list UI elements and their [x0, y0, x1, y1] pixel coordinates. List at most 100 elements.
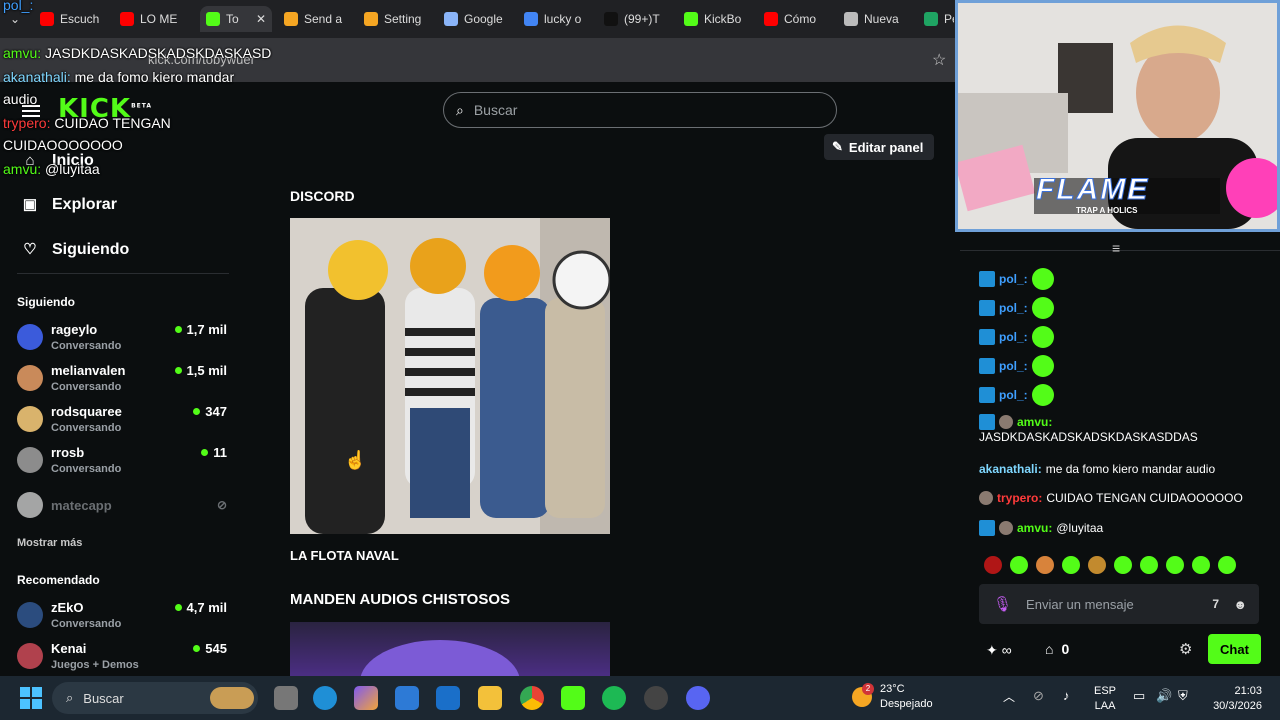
chat-send-button[interactable]: Chat: [1208, 634, 1261, 664]
channel-category: Conversando: [51, 422, 122, 434]
search-placeholder: Buscar: [473, 102, 518, 118]
chat-message-input[interactable]: 🎙 Enviar un mensaje 7 ☻: [979, 584, 1259, 624]
chat-username[interactable]: pol_:: [999, 388, 1028, 402]
weather-widget[interactable]: 2 23°C Despejado: [852, 682, 933, 712]
emote-icon[interactable]: [1218, 556, 1236, 574]
display-icon[interactable]: ▭: [1133, 688, 1145, 704]
weather-icon: 2: [852, 683, 874, 707]
sidebar-channel-item[interactable]: zEkO Conversando 4,7 mil: [17, 600, 227, 638]
panel-title-discord: DISCORD: [290, 188, 355, 204]
nav-siguiendo[interactable]: ♡ Siguiendo: [22, 241, 129, 259]
panel-photo-audios: [360, 640, 520, 676]
spotify-icon[interactable]: [602, 686, 626, 710]
overlay-chat-text: audio: [3, 91, 38, 107]
browser-tab[interactable]: Send a: [284, 6, 356, 32]
panel-caption-discord: LA FLOTA NAVAL: [290, 548, 399, 563]
offline-icon: ⊘: [216, 498, 227, 512]
taskbar-search[interactable]: ⌕ Buscar: [52, 682, 258, 714]
store-button[interactable]: ⌂ 0: [1045, 641, 1069, 657]
task-view-icon[interactable]: [274, 686, 298, 710]
discord-panel-image[interactable]: [290, 218, 610, 534]
emote-icon[interactable]: [1088, 556, 1106, 574]
copilot-icon[interactable]: [354, 686, 378, 710]
chat-username[interactable]: pol_:: [999, 301, 1028, 315]
discord-icon[interactable]: [686, 686, 710, 710]
emote-icon[interactable]: [1062, 556, 1080, 574]
browser-tab[interactable]: Google: [444, 6, 516, 32]
avatar: [17, 602, 43, 628]
chat-collapse-icon[interactable]: ≡: [1112, 240, 1120, 256]
chat-username[interactable]: akanathali:: [979, 462, 1042, 476]
network-off-icon[interactable]: ⊘: [1033, 688, 1044, 704]
store-app-icon[interactable]: [395, 686, 419, 710]
sidebar-channel-item[interactable]: rodsquaree Conversando 347: [17, 404, 227, 442]
language-indicator[interactable]: ESP LAA: [1094, 684, 1116, 714]
tab-favicon-icon: [444, 12, 458, 26]
browser-tab[interactable]: lucky o: [524, 6, 596, 32]
chat-username[interactable]: pol_:: [999, 272, 1028, 286]
clock-date: 30/3/2026: [1213, 700, 1262, 712]
windows-start-icon[interactable]: [20, 687, 42, 709]
browser-tab[interactable]: Cómo: [764, 6, 836, 32]
emote-icon[interactable]: [1010, 556, 1028, 574]
browser-tab[interactable]: Pe: [924, 6, 954, 32]
user-avatar-icon: [979, 491, 993, 505]
kick-app-icon[interactable]: [561, 686, 585, 710]
clock[interactable]: 21:03 30/3/2026: [1206, 684, 1262, 714]
sidebar-channel-item[interactable]: rageylo Conversando 1,7 mil: [17, 322, 227, 360]
emote-icon[interactable]: [1036, 556, 1054, 574]
nav-explorar[interactable]: ▣ Explorar: [22, 196, 117, 214]
browser-tab[interactable]: (99+)T: [604, 6, 676, 32]
bookmark-star-icon[interactable]: ☆: [932, 50, 946, 70]
browser-tab[interactable]: Nueva: [844, 6, 916, 32]
tab-label: Google: [464, 12, 503, 26]
edit-panel-button[interactable]: ✎ Editar panel: [824, 134, 934, 160]
file-explorer-icon[interactable]: [478, 686, 502, 710]
overlay-chat-text: @luyitaa: [41, 161, 100, 177]
chat-message: pol_:: [979, 268, 1054, 290]
show-more-link[interactable]: Mostrar más: [17, 537, 82, 549]
sidebar-channel-item[interactable]: rrosb Conversando 11: [17, 445, 227, 483]
emoji-icon[interactable]: ☻: [1233, 597, 1247, 612]
tab-label: (99+)T: [624, 12, 660, 26]
following-offline-item[interactable]: matecapp ⊘: [17, 492, 227, 530]
user-avatar-icon: [999, 521, 1013, 535]
obs-icon[interactable]: [644, 686, 668, 710]
mail-icon[interactable]: [436, 686, 460, 710]
emote-icon[interactable]: [984, 556, 1002, 574]
chat-username[interactable]: amvu:: [1017, 521, 1052, 535]
browser-tab[interactable]: Setting: [364, 6, 436, 32]
emote-icon: [1031, 268, 1054, 290]
microphone-icon[interactable]: 🎙: [993, 595, 1012, 613]
chat-message: pol_:: [979, 297, 1054, 319]
tray-chevron-icon[interactable]: ︿: [1003, 688, 1015, 705]
viewer-count: 347: [193, 404, 227, 419]
chat-username[interactable]: pol_:: [999, 330, 1028, 344]
chrome-icon[interactable]: [520, 686, 544, 710]
chat-username[interactable]: trypero:: [997, 491, 1042, 505]
emote-icon[interactable]: [1114, 556, 1132, 574]
volume-icon[interactable]: 🔊: [1156, 688, 1172, 704]
audios-panel-image[interactable]: [290, 622, 610, 676]
security-icon[interactable]: ⛨: [1178, 688, 1188, 704]
edge-icon[interactable]: [313, 686, 337, 710]
chat-message: trypero: CUIDAO TENGAN CUIDAOOOOOO: [979, 491, 1243, 505]
tab-favicon-icon: [364, 12, 378, 26]
chat-username[interactable]: amvu:: [1017, 415, 1052, 429]
emote-icon[interactable]: [1192, 556, 1210, 574]
browser-tab[interactable]: KickBo: [684, 6, 756, 32]
microphone-tray-icon[interactable]: ♪: [1063, 688, 1070, 703]
emote-icon[interactable]: [1140, 556, 1158, 574]
verified-badge-icon: [979, 358, 995, 374]
chat-text: JASDKDASKADSKADSKDASKASDDAS: [979, 430, 1198, 444]
seven-tv-icon[interactable]: 7: [1212, 597, 1219, 611]
chat-settings-icon[interactable]: ⚙: [1179, 640, 1192, 658]
sidebar-channel-item[interactable]: Kenai Juegos + Demos 545: [17, 641, 227, 679]
chat-username[interactable]: pol_:: [999, 359, 1028, 373]
avatar: [17, 365, 43, 391]
emote-icon[interactable]: [1166, 556, 1184, 574]
search-input[interactable]: ⌕ Buscar: [443, 92, 837, 128]
tab-favicon-icon: [924, 12, 938, 26]
sidebar-channel-item[interactable]: melianvalen Conversando 1,5 mil: [17, 363, 227, 401]
channel-points[interactable]: ✦ ∞: [986, 642, 1012, 659]
